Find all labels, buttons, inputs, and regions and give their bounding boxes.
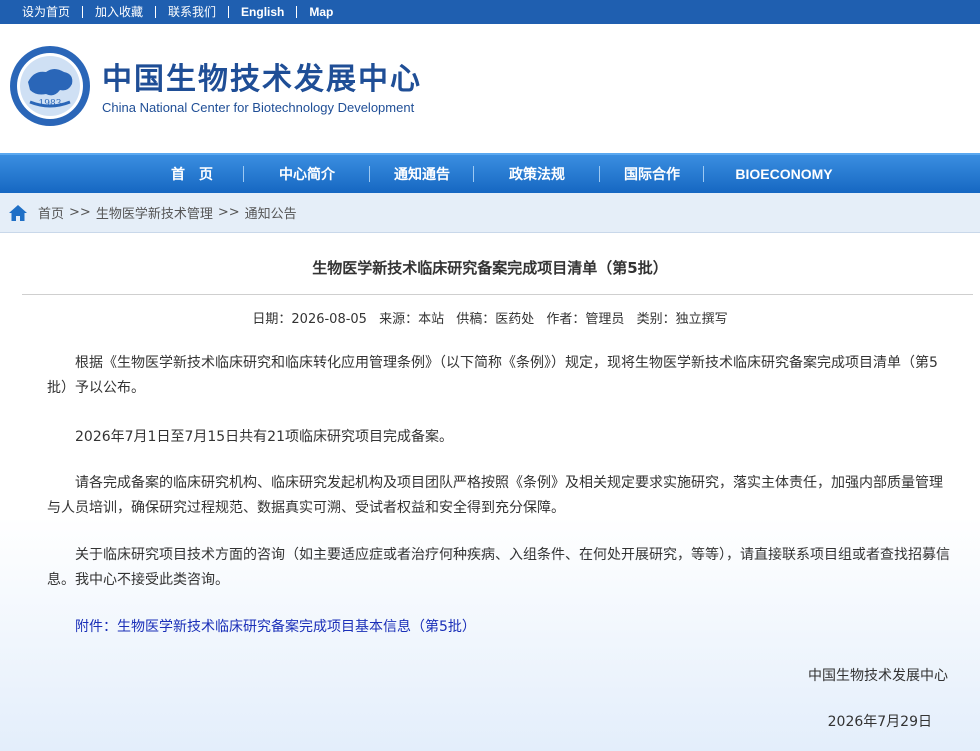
breadcrumb-home[interactable]: 首页 [38, 203, 64, 222]
meta-category: 类别：独立撰写 [636, 312, 728, 327]
meta-source: 来源：本站 [379, 312, 445, 327]
nav-notices[interactable]: 通知通告 [370, 154, 474, 194]
main-nav: 首 页 中心简介 通知通告 政策法规 国际合作 BIOECONOMY [0, 153, 980, 193]
breadcrumb-separator: >> [69, 205, 91, 220]
breadcrumb-biomed[interactable]: 生物医学新技术管理 [96, 203, 213, 222]
breadcrumb-notices[interactable]: 通知公告 [245, 203, 297, 222]
add-favorite-link[interactable]: 加入收藏 [83, 6, 157, 18]
article-paragraph: 根据《生物医学新技术临床研究和临床转化应用管理条例》（以下简称《条例》）规定，现… [47, 355, 938, 396]
english-link[interactable]: English [229, 6, 298, 18]
title-divider [22, 294, 973, 295]
article-paragraph: 2026年7月1日至7月15日共有21项临床研究项目完成备案。 [75, 429, 453, 445]
attachment-paragraph: 附件：生物医学新技术临床研究备案完成项目基本信息（第5批） [47, 615, 953, 640]
article-paragraph: 请各完成备案的临床研究机构、临床研究发起机构及项目团队严格按照《条例》及相关规定… [47, 475, 943, 516]
nav-bioeconomy[interactable]: BIOECONOMY [704, 154, 864, 194]
site-title-cn: 中国生物技术发展中心 [102, 62, 422, 97]
set-homepage-link[interactable]: 设为首页 [10, 6, 84, 18]
signature-date: 2026年7月29日 [827, 714, 932, 730]
nav-about[interactable]: 中心简介 [244, 154, 370, 194]
nav-international[interactable]: 国际合作 [600, 154, 704, 194]
breadcrumb-separator: >> [217, 205, 240, 220]
top-utility-bar: 设为首页 加入收藏 联系我们 English Map [0, 0, 980, 24]
logo-year: 1983 [39, 99, 62, 109]
meta-contributor: 供稿：医药处 [456, 312, 535, 327]
site-header: 1983 中国生物技术发展中心 China National Center fo… [0, 24, 980, 153]
center-logo-icon[interactable]: 1983 [8, 44, 92, 128]
meta-author: 作者：管理员 [546, 312, 625, 327]
nav-home[interactable]: 首 页 [140, 154, 244, 194]
attachment-link[interactable]: 附件：生物医学新技术临床研究备案完成项目基本信息（第5批） [75, 619, 476, 635]
article-title: 生物医学新技术临床研究备案完成项目清单（第5批） [312, 259, 668, 277]
meta-date: 日期：2026-08-05 [252, 312, 367, 327]
nav-policy[interactable]: 政策法规 [474, 154, 600, 194]
signature-org: 中国生物技术发展中心 [808, 668, 948, 684]
site-title-en: China National Center for Biotechnology … [102, 100, 415, 115]
sitemap-link[interactable]: Map [297, 6, 345, 18]
article-content: 生物医学新技术临床研究备案完成项目清单（第5批） 日期：2026-08-05 来… [0, 233, 980, 751]
site-title-block: 中国生物技术发展中心 China National Center for Bio… [102, 54, 422, 115]
article-paragraph: 关于临床研究项目技术方面的咨询（如主要适应症或者治疗何种疾病、入组条件、在何处开… [47, 547, 950, 588]
breadcrumb: 首页 >> 生物医学新技术管理 >> 通知公告 [0, 193, 980, 233]
contact-us-link[interactable]: 联系我们 [156, 6, 230, 18]
home-icon[interactable] [8, 203, 28, 223]
article-meta: 日期：2026-08-05 来源：本站 供稿：医药处 作者：管理员 类别：独立撰… [0, 308, 980, 327]
